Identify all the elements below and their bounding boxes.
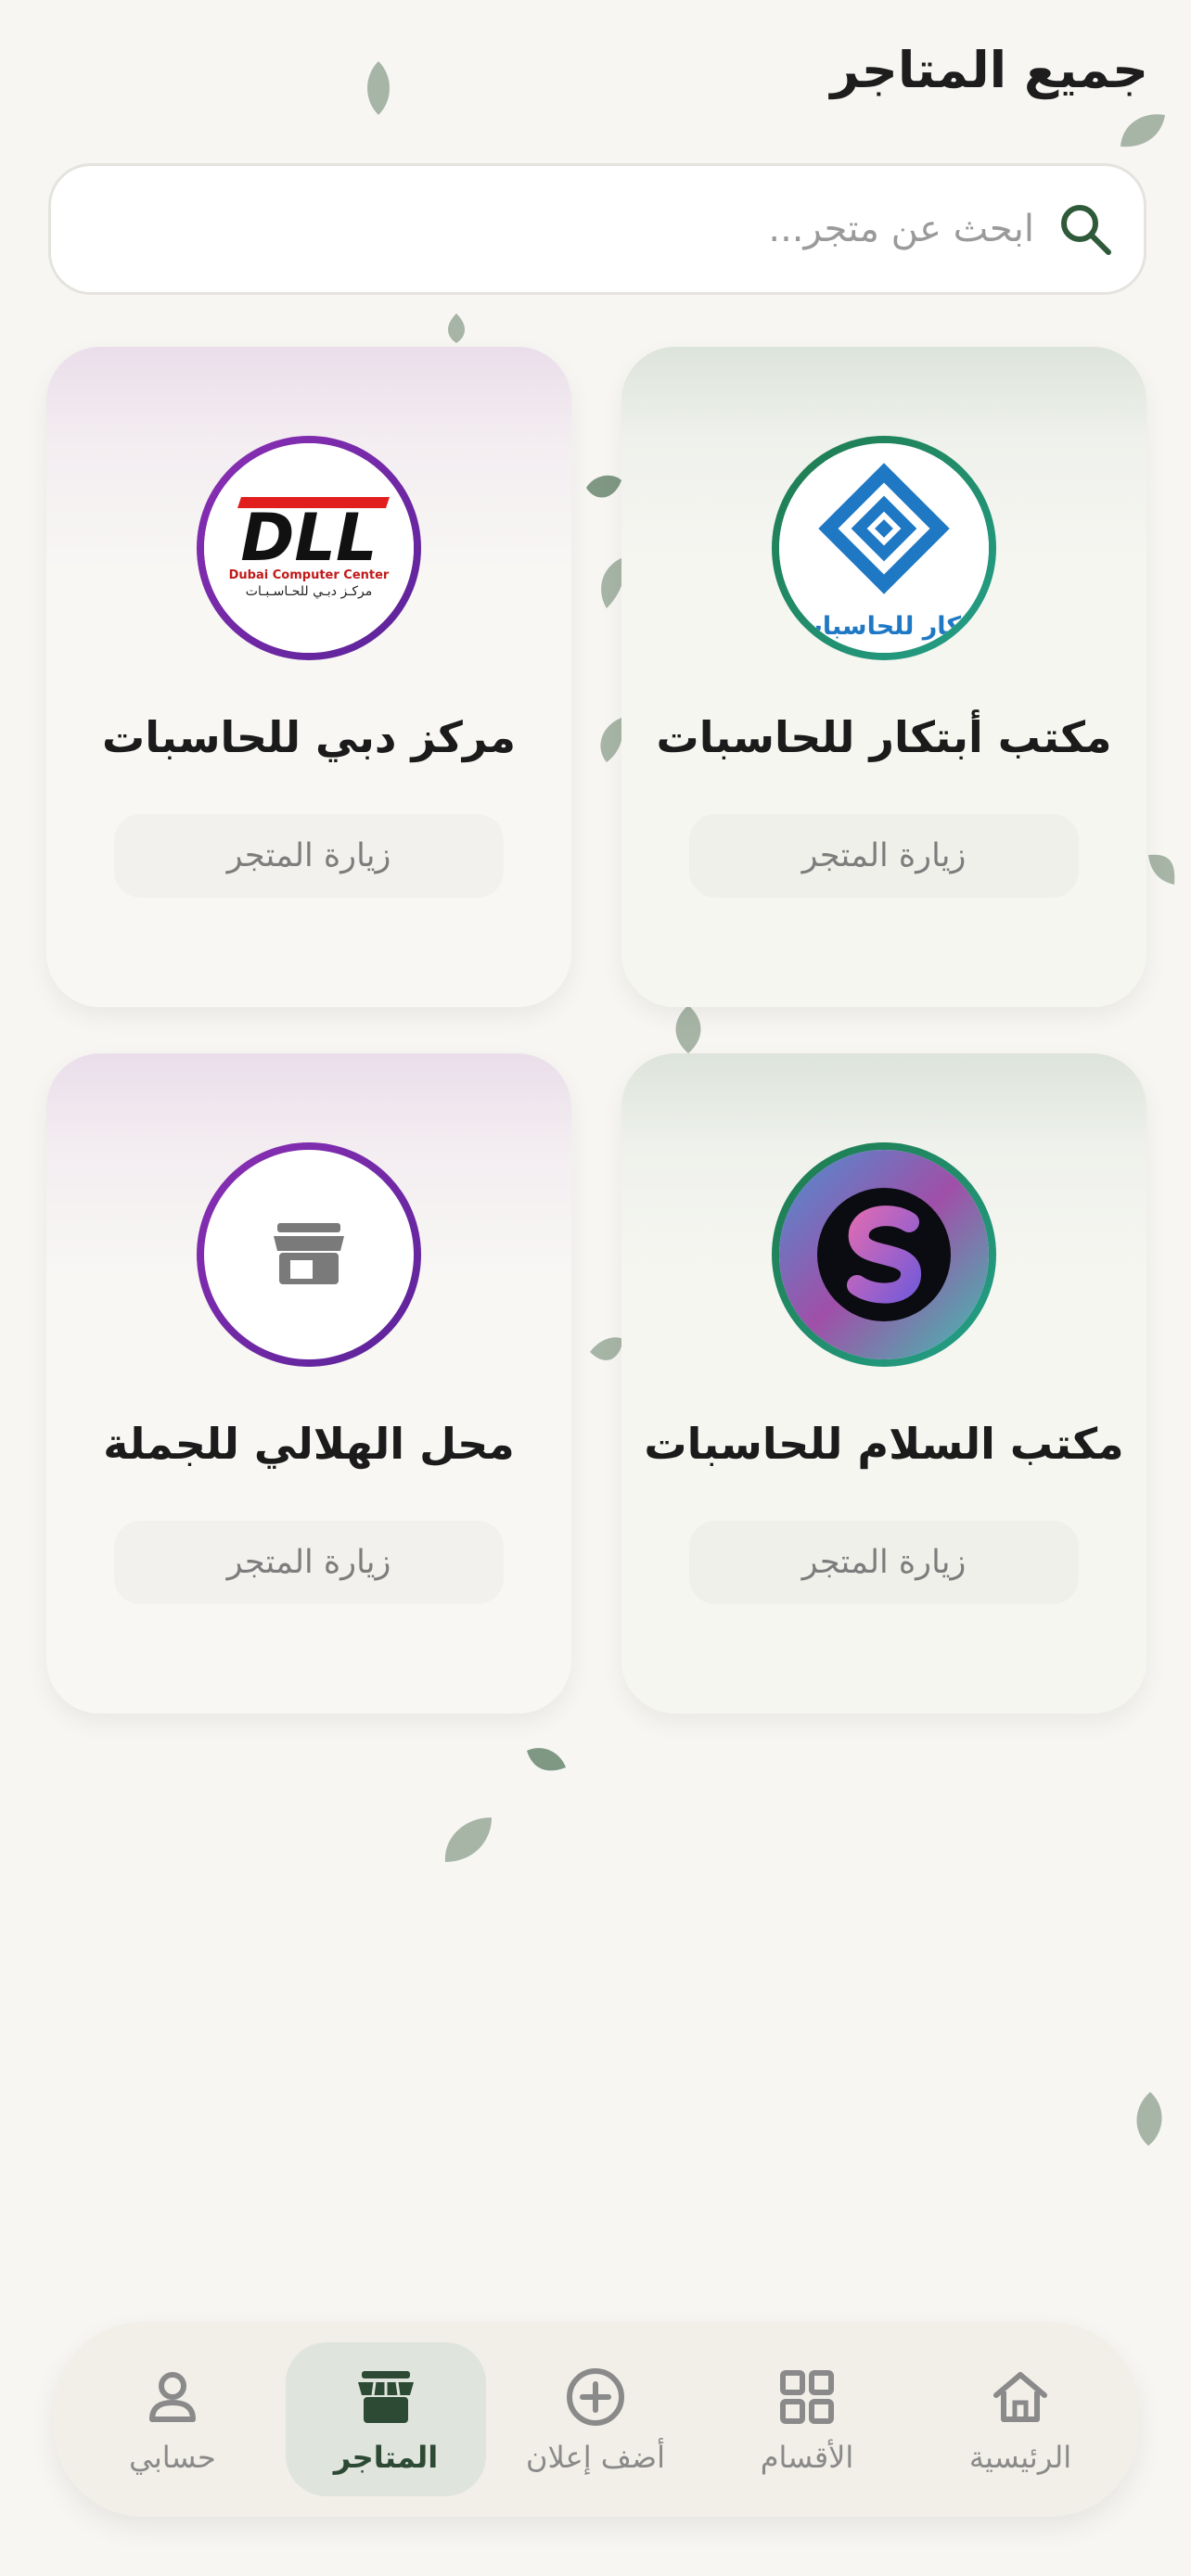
- visit-store-button[interactable]: زيارة المتجر: [114, 814, 504, 898]
- ibtikar-logo-icon: تكار للحاسبات: [779, 443, 989, 653]
- tab-add-ad-label: أضف إعلان: [526, 2440, 665, 2475]
- store-name: مكتب السلام للحاسبات: [644, 1419, 1124, 1469]
- leaf-decoration: [448, 313, 465, 343]
- tab-categories-label: الأقسام: [760, 2440, 854, 2475]
- bottom-tab-bar: الرئيسية الأقسام أضف إعلان المتاجر حسابي: [54, 2322, 1139, 2517]
- search-icon[interactable]: [1057, 200, 1114, 258]
- store-card[interactable]: DLL Dubai Computer Center مركـز دبـي للح…: [46, 347, 571, 1007]
- tab-home-label: الرئيسية: [968, 2440, 1072, 2475]
- store-logo: [772, 1142, 996, 1367]
- store-name: مركز دبي للحاسبات: [102, 712, 516, 762]
- visit-store-button[interactable]: زيارة المتجر: [114, 1521, 504, 1604]
- store-name: محل الهلالي للجملة: [103, 1419, 515, 1469]
- leaf-decoration: [1121, 114, 1165, 147]
- store-card[interactable]: محل الهلالي للجملة زيارة المتجر: [46, 1053, 571, 1714]
- store-icon: [358, 2371, 414, 2423]
- add-circle-icon: [567, 2368, 624, 2426]
- leaf-decoration: [527, 1748, 566, 1771]
- store-logo: DLL Dubai Computer Center مركـز دبـي للح…: [197, 436, 421, 660]
- leaf-decoration: [675, 1005, 701, 1053]
- leaf-decoration: [444, 1817, 492, 1862]
- store-logo: [197, 1142, 421, 1367]
- store-logo: تكار للحاسبات: [772, 436, 996, 660]
- store-card[interactable]: مكتب السلام للحاسبات زيارة المتجر: [621, 1053, 1146, 1714]
- store-card[interactable]: تكار للحاسبات مكتب أبتكار للحاسبات زيارة…: [621, 347, 1146, 1007]
- tab-home[interactable]: الرئيسية: [920, 2342, 1121, 2496]
- store-placeholder-icon: [274, 1223, 344, 1284]
- tab-stores-label: المتاجر: [333, 2440, 439, 2475]
- store-name: مكتب أبتكار للحاسبات: [656, 712, 1112, 762]
- leaf-decoration: [367, 61, 390, 115]
- dubai-computer-center-logo-icon: DLL Dubai Computer Center مركـز دبـي للح…: [204, 443, 414, 653]
- logo-text: تكار للحاسبات: [798, 612, 971, 641]
- salam-s-logo-icon: [779, 1150, 989, 1359]
- search-input[interactable]: [88, 208, 1034, 250]
- home-icon: [993, 2372, 1047, 2422]
- tab-add-ad[interactable]: أضف إعلان: [495, 2342, 696, 2496]
- tab-categories[interactable]: الأقسام: [707, 2342, 907, 2496]
- visit-store-button[interactable]: زيارة المتجر: [689, 1521, 1079, 1604]
- person-icon: [149, 2372, 196, 2422]
- grid-icon: [780, 2370, 834, 2424]
- page-title: جميع المتاجر: [830, 41, 1148, 99]
- tab-account[interactable]: حسابي: [72, 2342, 273, 2496]
- logo-text-main: DLL: [240, 500, 377, 576]
- tab-stores[interactable]: المتاجر: [286, 2342, 486, 2496]
- leaf-decoration: [586, 475, 621, 498]
- logo-text-en: Dubai Computer Center: [229, 568, 390, 582]
- leaf-decoration: [1148, 854, 1175, 885]
- logo-text-ar: مركـز دبـي للحـاسـبـات: [246, 584, 372, 599]
- tab-account-label: حسابي: [129, 2440, 216, 2475]
- leaf-decoration: [590, 1337, 623, 1360]
- visit-store-button[interactable]: زيارة المتجر: [689, 814, 1079, 898]
- search-bar[interactable]: [48, 163, 1146, 295]
- leaf-decoration: [1136, 2092, 1162, 2146]
